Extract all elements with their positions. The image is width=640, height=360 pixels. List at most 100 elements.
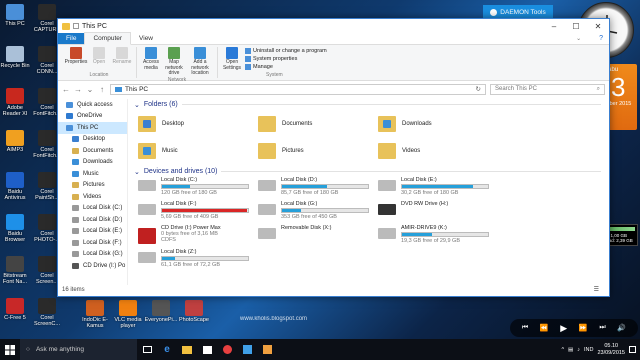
uninstall-program-button[interactable]: Uninstall or change a program (245, 48, 327, 54)
language-indicator[interactable]: IND (584, 347, 593, 353)
quick-access-toolbar-icon[interactable] (73, 23, 79, 29)
store-icon[interactable] (197, 339, 217, 360)
nav-item[interactable]: Local Disk (F:) (58, 237, 127, 249)
nav-item-label: Music (83, 170, 99, 177)
folder-item[interactable]: Videos (378, 137, 498, 164)
taskbar-search[interactable]: ○ Ask me anything (20, 339, 137, 360)
collapse-icon[interactable]: ⌄ (134, 101, 140, 109)
nav-item[interactable]: Quick access (58, 99, 127, 111)
nav-item[interactable]: This PC (58, 122, 127, 134)
map-network-drive-button[interactable]: Map network drive (164, 47, 184, 77)
drive-item[interactable]: AMIR-DRIVE9 (K:) 19,3 GB free of 29,9 GB (378, 225, 498, 247)
forward-icon[interactable]: ⏩ (579, 324, 588, 332)
nav-item[interactable]: Videos (58, 191, 127, 203)
address-bar[interactable]: This PC ↻ (110, 83, 486, 95)
system-properties-button[interactable]: System properties (245, 56, 327, 62)
properties-button[interactable]: Properties (65, 47, 87, 72)
notifications-icon[interactable] (629, 346, 636, 353)
nav-item[interactable]: Downloads (58, 157, 127, 169)
desktop-icon[interactable]: PhotoScape (177, 300, 211, 323)
network-icon[interactable]: ▤ (568, 347, 573, 353)
media-player-gadget[interactable]: ⏮ ⏪ ▶ ⏩ ⏭ 🔊 (510, 319, 638, 337)
folders-section-header[interactable]: ⌄ Folders (6) (132, 99, 609, 110)
details-view-icon[interactable]: ☰ (594, 286, 599, 293)
nav-item[interactable]: Local Disk (E:) (58, 226, 127, 238)
desktop-icon[interactable]: IndoDic E-Kamus (78, 300, 112, 329)
drive-item[interactable]: Removable Disk (X:) (258, 225, 378, 247)
nav-item[interactable]: CD Drive (I:) Po (58, 260, 127, 272)
play-icon[interactable]: ▶ (560, 323, 567, 334)
daemon-tools-widget[interactable]: DAEMON Tools (483, 5, 553, 19)
rewind-icon[interactable]: ⏪ (540, 324, 549, 332)
tab-view[interactable]: View (131, 33, 161, 44)
desktop-icon[interactable]: Baidu Browser (0, 214, 32, 243)
edge-icon[interactable]: e (157, 339, 177, 360)
desktop-icon[interactable]: Recycle Bin (0, 46, 32, 69)
desktop-icon[interactable]: This PC (0, 4, 32, 27)
refresh-icon[interactable]: ↻ (476, 85, 481, 93)
nav-item[interactable]: Music (58, 168, 127, 180)
previous-icon[interactable]: ⏮ (522, 324, 528, 332)
desktop-icon[interactable]: EveryonePi... (144, 300, 178, 323)
folder-item[interactable]: Downloads (378, 110, 498, 137)
forward-arrow-icon[interactable]: → (74, 85, 82, 94)
access-media-button[interactable]: Access media (141, 47, 161, 77)
drive-item[interactable]: Local Disk (Z:) 61,1 GB free of 72,2 GB (138, 249, 258, 271)
file-explorer-icon[interactable] (177, 339, 197, 360)
desktop-icon[interactable]: Adobe Reader XI (0, 88, 32, 117)
desktop-icon[interactable]: Baidu Antivirus (0, 172, 32, 201)
nav-item[interactable]: Pictures (58, 180, 127, 192)
collapse-icon[interactable]: ⌄ (134, 168, 140, 176)
drive-item[interactable]: Local Disk (E:) 30,2 GB free of 180 GB (378, 177, 498, 199)
folder-item[interactable]: Music (138, 137, 258, 164)
volume-tray-icon[interactable]: ♪ (577, 347, 580, 353)
help-icon[interactable]: ? (599, 35, 603, 42)
nav-item[interactable]: Documents (58, 145, 127, 157)
nav-item[interactable]: OneDrive (58, 111, 127, 123)
minimize-button[interactable]: – (543, 19, 565, 33)
nav-item[interactable]: Local Disk (D:) (58, 214, 127, 226)
drive-item[interactable]: Local Disk (D:) 85,7 GB free of 180 GB (258, 177, 378, 199)
app-icon-1[interactable] (217, 339, 237, 360)
back-arrow-icon[interactable]: ← (62, 85, 70, 94)
desktop-icon[interactable]: Corel ScreenC... (30, 298, 64, 327)
desktop-icon[interactable]: C-Free 5 (0, 298, 32, 321)
recent-locations-icon[interactable]: ⌄ (86, 85, 94, 94)
manage-button[interactable]: Manage (245, 64, 327, 70)
close-button[interactable]: ✕ (587, 19, 609, 33)
drives-section-header[interactable]: ⌄ Devices and drives (10) (132, 166, 609, 177)
desktop-icon[interactable]: VLC media player (111, 300, 145, 329)
maximize-button[interactable]: ☐ (565, 19, 587, 33)
drive-item[interactable]: Local Disk (C:) 120 GB free of 180 GB (138, 177, 258, 199)
volume-icon[interactable]: 🔊 (617, 324, 626, 332)
drive-item[interactable]: DVD RW Drive (H:) (378, 201, 498, 223)
tab-computer[interactable]: Computer (84, 32, 132, 45)
nav-item-icon (72, 262, 79, 269)
desktop-icon[interactable]: AIMP3 (0, 130, 32, 153)
open-settings-button[interactable]: Open Settings (222, 47, 242, 72)
app-icon-3[interactable] (257, 339, 277, 360)
next-icon[interactable]: ⏭ (599, 324, 605, 332)
clock[interactable]: 05.10 23/09/2015 (597, 343, 625, 357)
open-button[interactable]: Open (89, 47, 109, 72)
folder-item[interactable]: Pictures (258, 137, 378, 164)
desktop-icon[interactable]: Bitstream Font Na... (0, 256, 32, 285)
rename-button[interactable]: Rename (112, 47, 132, 72)
drive-item[interactable]: Local Disk (F:) 5,69 GB free of 409 GB (138, 201, 258, 223)
nav-item[interactable]: Local Disk (G:) (58, 249, 127, 261)
show-hidden-icon[interactable]: ^ (561, 347, 564, 353)
nav-item[interactable]: Desktop (58, 134, 127, 146)
start-button[interactable] (0, 339, 20, 360)
add-network-location-button[interactable]: Add a network location (187, 47, 213, 77)
up-arrow-icon[interactable]: ↑ (98, 85, 106, 94)
task-view-icon[interactable] (137, 339, 157, 360)
drive-item[interactable]: CD Drive (I:) Power Max 0 bytes free of 3… (138, 225, 258, 247)
drive-item[interactable]: Local Disk (G:) 353 GB free of 450 GB (258, 201, 378, 223)
ribbon-expand-icon[interactable]: ⌄ (576, 35, 581, 42)
nav-item[interactable]: Local Disk (C:) (58, 203, 127, 215)
search-input[interactable]: Search This PC ⌕ (490, 83, 605, 95)
tab-file[interactable]: File (58, 33, 85, 44)
folder-item[interactable]: Documents (258, 110, 378, 137)
app-icon-2[interactable] (237, 339, 257, 360)
folder-item[interactable]: Desktop (138, 110, 258, 137)
